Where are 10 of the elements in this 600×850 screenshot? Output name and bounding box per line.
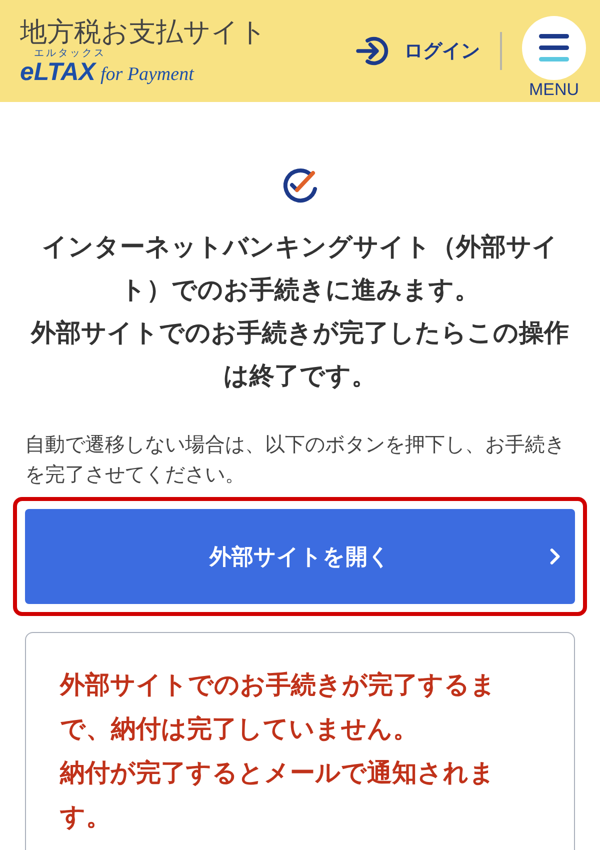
notice-text: 外部サイトでのお手続きが完了するまで、納付は完了していません。 bbox=[60, 669, 497, 745]
open-external-site-button[interactable]: 外部サイトを開く bbox=[25, 509, 575, 604]
instruction-text: 自動で遷移しない場合は、以下のボタンを押下し、お手続きを完了させてください。 bbox=[25, 431, 566, 488]
login-link[interactable]: ログイン bbox=[356, 35, 480, 67]
heading-text: 外部サイトでのお手続きが完了したらこの操作は終了です。 bbox=[30, 317, 570, 392]
chevron-right-icon bbox=[550, 548, 561, 565]
site-title: 地方税お支払サイト bbox=[20, 16, 268, 48]
notice-text: 納付が完了するとメールで通知されます。 bbox=[60, 757, 496, 833]
eltax-logo[interactable]: エルタックス eLTAX for Payment bbox=[20, 48, 194, 86]
heading-text: インターネットバンキングサイト（外部サイト）でのお手続きに進みます。 bbox=[41, 231, 559, 306]
